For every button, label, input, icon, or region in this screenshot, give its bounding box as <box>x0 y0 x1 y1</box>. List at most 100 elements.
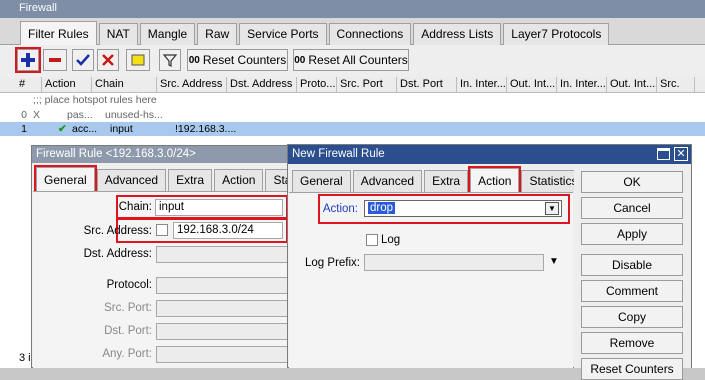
cancel-button[interactable]: Cancel <box>581 197 683 219</box>
tab-mangle[interactable]: Mangle <box>139 23 196 45</box>
log-checkbox[interactable] <box>366 234 378 246</box>
tab-service-ports[interactable]: Service Ports <box>239 23 327 45</box>
col-src[interactable]: Src. <box>657 77 695 92</box>
new-rule-title: New Firewall Rule <box>292 148 385 160</box>
new-rule-tabs: General Advanced Extra Action Statistics <box>292 166 587 194</box>
tab-address-lists[interactable]: Address Lists <box>413 23 502 45</box>
row-flag: X <box>33 109 41 121</box>
rule-tab-action[interactable]: Action <box>214 169 264 191</box>
filter-button[interactable] <box>159 49 181 71</box>
src-address-label: Src. Address: <box>83 225 152 237</box>
firewall-rule-title: Firewall Rule <192.168.3.0/24> <box>36 148 196 160</box>
tab-raw[interactable]: Raw <box>197 23 238 45</box>
rule-tab-advanced[interactable]: Advanced <box>96 169 167 191</box>
accept-check-icon: ✔ <box>58 123 67 135</box>
col-out-interface-list[interactable]: Out. Int... <box>607 77 657 92</box>
col-in-interface[interactable]: In. Inter... <box>457 77 507 92</box>
new-tab-extra[interactable]: Extra <box>424 170 469 192</box>
col-dst-port[interactable]: Dst. Port <box>397 77 457 92</box>
col-num[interactable]: # <box>0 77 42 92</box>
row-number: 1 <box>21 123 27 135</box>
row-number: 0 <box>21 109 27 121</box>
row-chain: input <box>110 123 133 135</box>
new-tab-advanced[interactable]: Advanced <box>352 170 423 192</box>
firewall-titlebar <box>0 0 705 18</box>
src-port-field[interactable] <box>156 300 293 317</box>
col-protocol[interactable]: Proto... <box>297 77 337 92</box>
dst-address-label: Dst. Address: <box>83 248 152 260</box>
copy-button[interactable]: Copy <box>581 306 683 328</box>
row-flag <box>30 122 55 136</box>
table-row[interactable]: 1 ✔ acc... input !192.168.3.... <box>0 122 705 136</box>
row-chain: unused-hs... <box>105 109 163 121</box>
minus-icon <box>49 58 61 62</box>
firewall-tabs: Filter Rules NAT Mangle Raw Service Port… <box>20 21 611 45</box>
reset-counters-button[interactable]: 00 Reset Counters <box>187 49 288 71</box>
col-in-interface-list[interactable]: In. Inter... <box>557 77 607 92</box>
col-dst-address[interactable]: Dst. Address <box>227 77 297 92</box>
firewall-rule-titlebar: Firewall Rule <192.168.3.0/24> <box>32 146 292 163</box>
chain-field[interactable]: input <box>155 199 283 216</box>
rule-tab-extra[interactable]: Extra <box>168 169 213 191</box>
dst-address-field[interactable] <box>156 246 293 263</box>
log-prefix-dropdown-icon[interactable]: ▼ <box>549 256 559 267</box>
table-row[interactable]: 0 X pas... unused-hs... <box>0 108 705 122</box>
add-button[interactable] <box>15 47 41 73</box>
ok-button[interactable]: OK <box>581 171 683 193</box>
plus-icon <box>21 53 35 67</box>
any-port-label: Any. Port: <box>102 348 152 360</box>
row-action: pas... <box>67 109 93 121</box>
action-label: Action: <box>322 203 358 215</box>
new-tab-general[interactable]: General <box>292 170 351 192</box>
dst-port-field[interactable] <box>156 323 293 340</box>
col-out-interface[interactable]: Out. Int... <box>507 77 557 92</box>
close-icon[interactable]: ✕ <box>674 147 688 161</box>
col-src-port[interactable]: Src. Port <box>337 77 397 92</box>
src-address-invert-checkbox[interactable] <box>156 224 168 236</box>
protocol-field[interactable] <box>156 277 293 294</box>
firewall-title: Firewall <box>19 2 57 14</box>
dst-port-label: Dst. Port: <box>104 325 152 337</box>
tab-layer7-protocols[interactable]: Layer7 Protocols <box>503 23 610 45</box>
reset-all-counters-button[interactable]: 00 Reset All Counters <box>293 49 409 71</box>
chain-label: Chain: <box>118 201 152 213</box>
disable-rule-button[interactable]: Disable <box>581 254 683 276</box>
remove-button[interactable] <box>43 49 67 71</box>
status-bar: 3 i <box>19 352 31 364</box>
src-port-label: Src. Port: <box>104 302 152 314</box>
comment-rule-button[interactable]: Comment <box>581 280 683 302</box>
new-tab-action[interactable]: Action <box>468 166 522 194</box>
dropdown-arrow-icon[interactable]: ▼ <box>545 202 559 215</box>
enable-button[interactable] <box>72 49 94 71</box>
maximize-icon[interactable] <box>657 148 670 160</box>
new-rule-titlebar: New Firewall Rule <box>288 145 691 164</box>
apply-button[interactable]: Apply <box>581 223 683 245</box>
counter-badge-icon: 00 <box>188 54 200 66</box>
log-prefix-label: Log Prefix: <box>305 257 360 269</box>
any-port-field[interactable] <box>156 346 293 363</box>
src-address-field[interactable]: 192.168.3.0/24 <box>173 222 283 239</box>
tab-filter-rules[interactable]: Filter Rules <box>20 21 97 45</box>
x-icon <box>102 54 114 66</box>
col-chain[interactable]: Chain <box>92 77 157 92</box>
col-action[interactable]: Action <box>42 77 92 92</box>
rule-tab-general[interactable]: General <box>34 165 97 193</box>
tab-nat[interactable]: NAT <box>98 23 138 45</box>
comment-button[interactable] <box>126 49 150 71</box>
disable-button[interactable] <box>97 49 119 71</box>
row-action: acc... <box>72 123 98 135</box>
note-icon <box>131 54 145 66</box>
action-select[interactable]: drop <box>364 200 562 217</box>
reset-counters-rule-button[interactable]: Reset Counters <box>581 358 683 380</box>
log-label: Log <box>381 234 401 246</box>
action-select-value: drop <box>368 202 396 214</box>
comment-row: ;;; place hotspot rules here <box>33 94 157 106</box>
funnel-icon <box>163 54 177 67</box>
check-icon <box>76 54 90 66</box>
tab-connections[interactable]: Connections <box>328 23 412 45</box>
counter-badge-icon: 00 <box>294 54 306 66</box>
log-prefix-field[interactable] <box>364 254 544 271</box>
remove-rule-button[interactable]: Remove <box>581 332 683 354</box>
row-src-address: !192.168.3.... <box>175 123 237 135</box>
col-src-address[interactable]: Src. Address <box>157 77 227 92</box>
